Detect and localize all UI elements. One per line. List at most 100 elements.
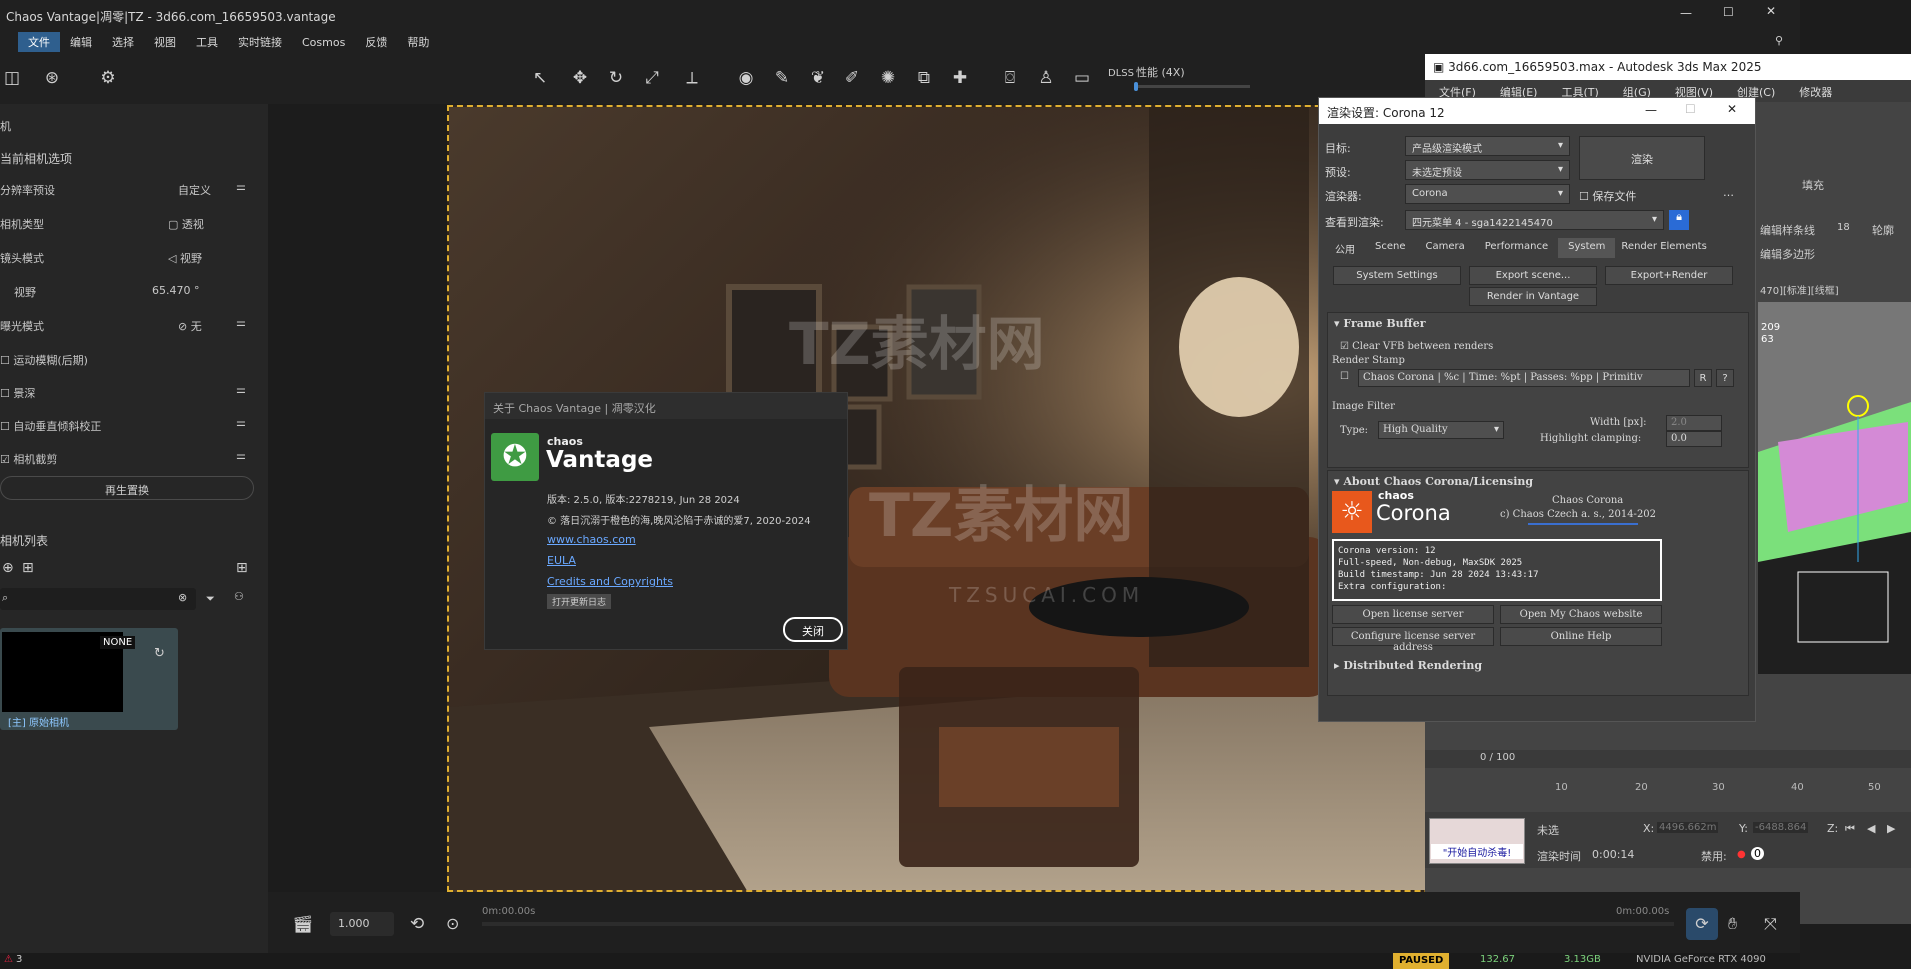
filter-type-dropdown[interactable]: High Quality ▾ (1378, 421, 1504, 439)
screenshot-icon[interactable]: ⌼ (998, 66, 1022, 90)
play-icon[interactable]: ▶ (1887, 822, 1895, 835)
loop-icon[interactable]: ⟲ (410, 914, 424, 934)
menu-live-link[interactable]: 实时链接 (228, 32, 292, 52)
max-menu-group[interactable]: 组(G) (1623, 84, 1651, 99)
vertical-tilt-row[interactable]: ☐ 自动垂直倾斜校正 ⚌ (0, 412, 255, 440)
dof-checkbox[interactable]: 景深 (13, 387, 35, 400)
camera-type-dropdown[interactable]: ▢ 透视 (168, 216, 204, 232)
outline-button[interactable]: 轮廓 (1872, 222, 1894, 238)
max-viewport[interactable]: 209 63 (1758, 302, 1911, 674)
website-link[interactable]: www.chaos.com (547, 533, 636, 546)
close-button[interactable]: 关闭 (783, 617, 843, 642)
sliders-icon[interactable]: ⚌ (236, 449, 246, 462)
motion-blur-checkbox[interactable]: 运动模糊(后期) (13, 354, 88, 367)
online-help-button[interactable]: Online Help (1500, 627, 1662, 646)
clear-vfb-checkbox[interactable]: ☑ Clear VFB between renders (1340, 341, 1493, 352)
camera-options-icon[interactable]: ⊞ (22, 560, 34, 576)
width-spinner[interactable]: 2.0 (1666, 415, 1722, 431)
max-menu-modifiers[interactable]: 修改器 (1799, 84, 1832, 99)
menu-select[interactable]: 选择 (102, 32, 144, 52)
tab-scene[interactable]: Scene (1365, 238, 1416, 258)
eula-link[interactable]: EULA (547, 554, 576, 567)
render-button[interactable]: 渲染 (1579, 136, 1705, 180)
segments-spinner[interactable]: 18 (1837, 222, 1850, 233)
tab-system[interactable]: System (1558, 238, 1616, 258)
save-file-checkbox[interactable]: ☐ 保存文件 (1579, 188, 1636, 204)
max-menu-edit[interactable]: 编辑(E) (1500, 84, 1538, 99)
vertical-tilt-checkbox[interactable]: 自动垂直倾斜校正 (13, 420, 101, 433)
walk-icon[interactable]: ♙ (1034, 66, 1058, 90)
highlight-spinner[interactable]: 0.0 (1666, 431, 1722, 447)
menu-file[interactable]: 文件 (18, 32, 60, 52)
y-coordinate[interactable]: -6488.864 (1753, 822, 1809, 833)
max-menu-create[interactable]: 创建(C) (1737, 84, 1775, 99)
close-icon[interactable]: ✕ (1727, 102, 1737, 116)
pin-icon[interactable]: ⚲ (1775, 34, 1783, 47)
corona-link[interactable] (1528, 523, 1638, 525)
select-tool-icon[interactable]: ↖ (528, 66, 552, 90)
tab-performance[interactable]: Performance (1475, 238, 1558, 258)
filter-icon[interactable]: ⏷ (206, 592, 215, 606)
tab-common[interactable]: 公用 (1325, 238, 1365, 258)
view-dropdown[interactable]: 四元菜单 4 - sga1422145470 ▾ (1405, 210, 1664, 230)
stamp-input[interactable]: Chaos Corona | %c | Time: %pt | Passes: … (1358, 369, 1690, 387)
tab-render-elements[interactable]: Render Elements (1615, 238, 1712, 258)
track-bar[interactable]: 10 20 30 40 50 (1425, 772, 1911, 796)
paint-tool-icon[interactable]: ✎ (770, 66, 794, 90)
clapper-icon[interactable]: 🎬︎ (292, 915, 314, 935)
timeline-track[interactable] (482, 922, 1674, 926)
sliders-icon[interactable]: ⚌ (236, 416, 246, 429)
close-icon[interactable]: ✕ (1766, 4, 1776, 18)
lens-mode-dropdown[interactable]: ◁ 视野 (168, 250, 202, 266)
current-camera-options[interactable]: 当前相机选项 (0, 150, 72, 167)
changelog-button[interactable]: 打开更新日志 (547, 594, 612, 609)
orbit-icon[interactable]: ⟳ (1686, 908, 1718, 940)
export-render-button[interactable]: Export+Render (1605, 266, 1733, 285)
motion-blur-row[interactable]: ☐ 运动模糊(后期) (0, 346, 255, 374)
stamp-reset-button[interactable]: R (1694, 369, 1712, 387)
sliders-icon[interactable]: ⚌ (236, 316, 246, 329)
x-coordinate[interactable]: 4496.662m (1657, 822, 1719, 833)
max-menu-tools[interactable]: 工具(T) (1561, 84, 1598, 99)
sliders-icon[interactable]: ⚌ (236, 383, 246, 396)
prev-frame-icon[interactable]: ⏮ (1845, 822, 1855, 836)
max-menu-file[interactable]: 文件(F) (1439, 84, 1476, 99)
configure-license-button[interactable]: Configure license server address (1332, 627, 1494, 653)
dof-row[interactable]: ☐ 景深 ⚌ (0, 379, 255, 407)
menu-feedback[interactable]: 反馈 (355, 32, 397, 52)
plant-tool-icon[interactable]: ❦ (806, 66, 830, 90)
open-my-chaos-button[interactable]: Open My Chaos website (1500, 605, 1662, 624)
edit-tool-icon[interactable]: ✐ (840, 66, 864, 90)
user-icon[interactable]: ⚇ (234, 590, 244, 603)
time-slider[interactable]: 0 / 100 (1425, 750, 1911, 768)
rotate-tool-icon[interactable]: ↻ (604, 66, 628, 90)
regen-displacement-button[interactable]: 再生置换 (0, 476, 254, 500)
renderer-dropdown[interactable]: Corona ▾ (1405, 184, 1570, 204)
viewport-label[interactable]: 470][标准][线框] (1760, 282, 1839, 297)
prev-key-icon[interactable]: ◀ (1867, 822, 1875, 835)
system-settings-button[interactable]: System Settings (1333, 266, 1461, 285)
camera-clip-checkbox[interactable]: 相机截剪 (13, 453, 57, 466)
warning-icon[interactable]: ⚠ (4, 954, 13, 965)
tab-camera[interactable]: Camera (1416, 238, 1475, 258)
preset-dropdown[interactable]: 未选定预设 ▾ (1405, 160, 1570, 180)
sliders-icon[interactable]: ⚌ (236, 180, 246, 193)
minimize-icon[interactable]: — (1645, 103, 1657, 117)
menu-help[interactable]: 帮助 (397, 32, 439, 52)
refresh-icon[interactable]: ↻ (154, 646, 165, 661)
environment-tab-icon[interactable]: ⊛ (40, 66, 64, 90)
stamp-help-button[interactable]: ? (1716, 369, 1734, 387)
record-icon[interactable]: ● (1737, 849, 1746, 860)
material-tool-icon[interactable]: ◉ (734, 66, 758, 90)
resolution-dropdown[interactable]: 自定义 (178, 182, 211, 198)
max-menu-view[interactable]: 视图(V) (1675, 84, 1713, 99)
menu-cosmos[interactable]: Cosmos (292, 34, 355, 51)
settings-tab-icon[interactable]: ⚙ (96, 66, 120, 90)
add-camera-icon[interactable]: ⊕ (2, 560, 14, 576)
stamp-checkbox[interactable]: ☐ (1340, 371, 1349, 382)
about-corona-title[interactable]: ▾ About Chaos Corona/Licensing (1334, 475, 1533, 488)
clear-icon[interactable]: ⊗ (178, 591, 187, 604)
render-in-vantage-button[interactable]: Render in Vantage (1469, 287, 1597, 306)
fov-spinner[interactable]: 65.470 ° (152, 284, 200, 297)
edit-poly-button[interactable]: 编辑多边形 (1760, 246, 1815, 262)
